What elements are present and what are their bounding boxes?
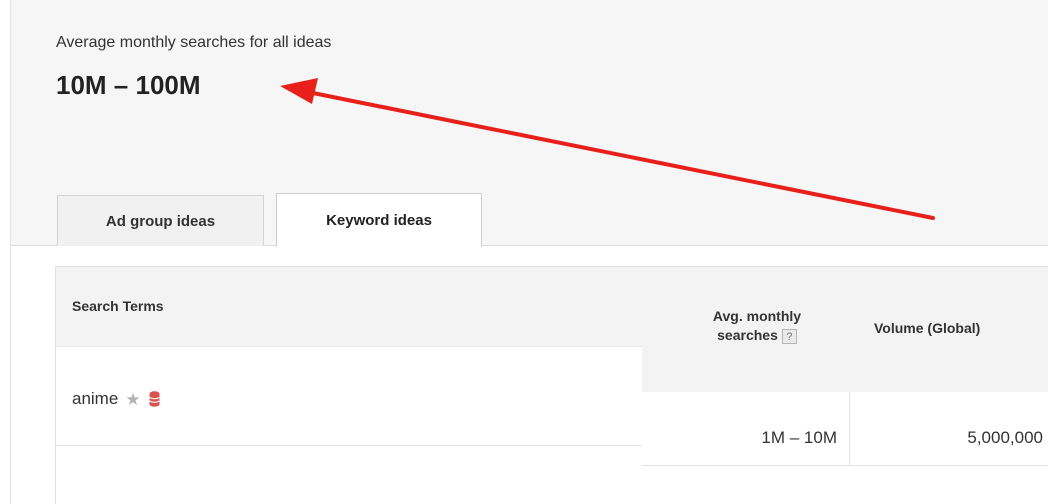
tab-ad-group-ideas[interactable]: Ad group ideas	[57, 195, 264, 246]
tab-keyword-ideas[interactable]: Keyword ideas	[276, 193, 482, 247]
avg-monthly-header-line1: Avg. monthly	[712, 308, 802, 324]
avg-monthly-searches-cell: 1M – 10M	[761, 428, 837, 447]
star-icon[interactable]: ★	[125, 391, 140, 408]
column-header-volume-global[interactable]: Volume (Global)	[874, 320, 980, 336]
database-icon[interactable]	[148, 391, 160, 407]
summary-label: Average monthly searches for all ideas	[56, 34, 332, 51]
avg-monthly-header-line2: searches	[717, 327, 778, 343]
table-row: anime ★	[56, 346, 642, 446]
column-header-search-terms[interactable]: Search Terms	[72, 298, 164, 314]
help-icon[interactable]: ?	[781, 328, 797, 344]
search-term-cell: anime ★	[72, 389, 160, 409]
volume-global-cell: 5,000,000	[967, 428, 1043, 447]
summary-value: 10M – 100M	[56, 70, 201, 100]
column-header-avg-monthly-searches[interactable]: Avg. monthly searches?	[672, 307, 842, 345]
search-term-text[interactable]: anime	[72, 389, 118, 409]
